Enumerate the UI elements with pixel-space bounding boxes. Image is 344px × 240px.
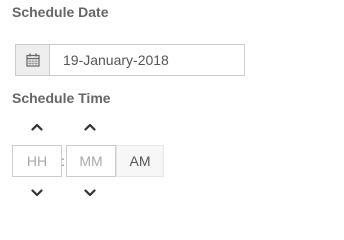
schedule-time-label: Schedule Time	[12, 90, 111, 106]
hour-decrement-chevron-down-icon[interactable]	[27, 186, 47, 200]
schedule-date-input[interactable]	[50, 45, 244, 75]
minute-decrement-chevron-down-icon[interactable]	[80, 186, 100, 200]
calendar-icon[interactable]	[16, 45, 50, 75]
schedule-date-field	[15, 44, 245, 76]
minutes-input[interactable]	[66, 145, 116, 177]
minute-increment-chevron-up-icon[interactable]	[80, 120, 100, 134]
am-pm-toggle-button[interactable]: AM	[116, 145, 164, 177]
schedule-date-label: Schedule Date	[12, 4, 109, 20]
hours-input[interactable]	[12, 145, 62, 177]
time-separator: :	[61, 153, 65, 169]
hour-increment-chevron-up-icon[interactable]	[27, 120, 47, 134]
